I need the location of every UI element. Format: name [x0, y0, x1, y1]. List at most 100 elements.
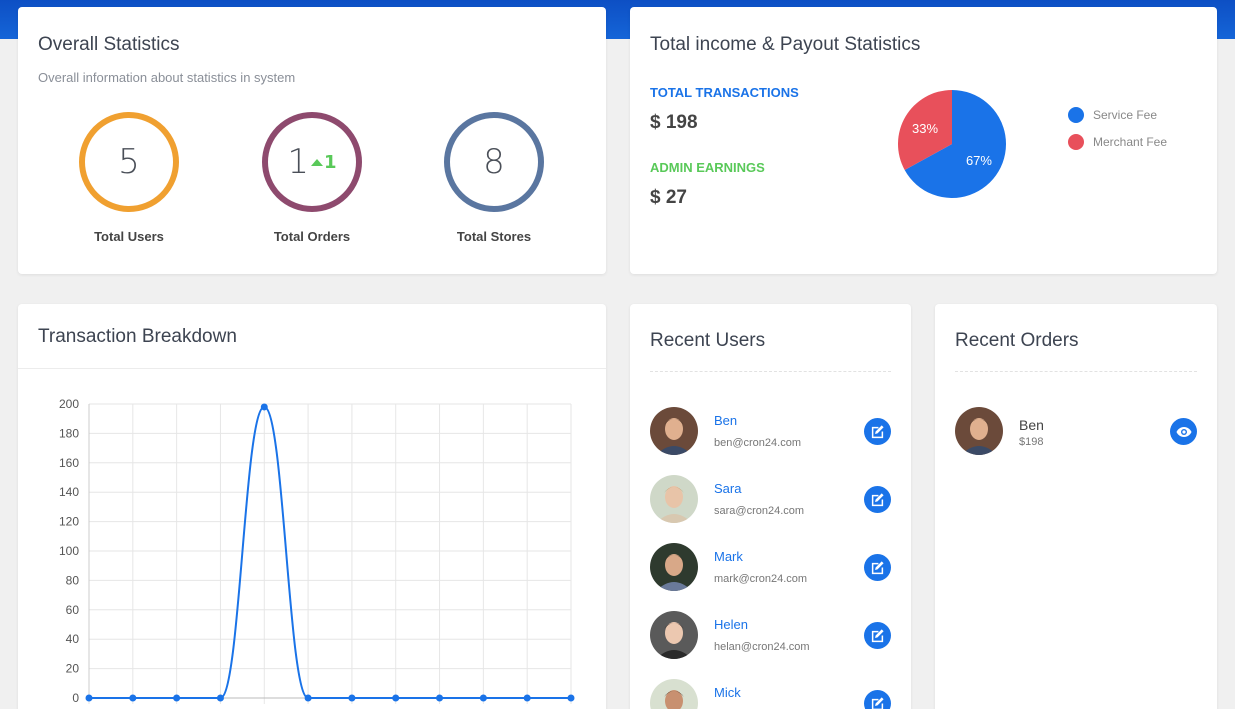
transaction-line-chart: 0 20 40 60 80 100 120 140 160 180 200	[59, 397, 575, 705]
avatar	[955, 407, 1003, 455]
y-tick-label: 140	[59, 485, 79, 499]
divider	[18, 368, 606, 369]
user-name-link[interactable]: Mick	[714, 685, 741, 700]
edit-user-button[interactable]	[864, 622, 891, 649]
data-point[interactable]	[479, 694, 487, 702]
stat-ring: 1 1	[262, 112, 362, 212]
y-tick-label: 100	[59, 544, 79, 558]
avatar[interactable]	[650, 611, 698, 659]
pie-slice-label: 67%	[966, 153, 992, 168]
avatar[interactable]	[650, 679, 698, 709]
data-point[interactable]	[567, 694, 575, 702]
user-list-item: Ben ben@cron24.com	[650, 407, 891, 457]
income-pie-chart: 67% 33%	[898, 90, 1006, 198]
series-line	[89, 405, 571, 699]
avatar-portrait	[650, 407, 698, 455]
order-customer-name: Ben	[1019, 417, 1044, 433]
total-transactions-value: $ 198	[650, 112, 698, 133]
y-tick-label: 0	[72, 691, 79, 705]
pie-slice-label: 33%	[912, 121, 938, 136]
stat-total-users: 5 Total Users	[79, 112, 179, 244]
stat-value: 1	[287, 142, 310, 182]
stat-total-stores: 8 Total Stores	[444, 112, 544, 244]
stat-label: Total Orders	[273, 229, 351, 244]
card-title: Overall Statistics	[38, 34, 180, 55]
recent-users-card: Recent Users Ben ben@cron24.com Sara sar…	[630, 304, 911, 709]
data-point[interactable]	[216, 694, 224, 702]
recent-orders-card: Recent Orders Ben $198	[935, 304, 1217, 709]
divider	[650, 371, 891, 372]
divider	[955, 371, 1197, 372]
stat-value: 8	[483, 142, 505, 182]
up-arrow-icon	[311, 158, 324, 166]
transaction-breakdown-card: Transaction Breakdown 0 20 40 60 80 100 120 140…	[18, 304, 606, 709]
data-point[interactable]	[348, 694, 356, 702]
total-transactions-label: TOTAL TRANSACTIONS	[650, 85, 799, 100]
data-point[interactable]	[436, 694, 444, 702]
order-price: $198	[1019, 436, 1044, 448]
user-list-item: Mark mark@cron24.com	[650, 543, 891, 593]
y-tick-label: 180	[59, 426, 79, 440]
user-name-link[interactable]: Ben	[714, 413, 737, 428]
data-point[interactable]	[129, 694, 137, 702]
card-title: Transaction Breakdown	[38, 326, 237, 347]
edit-icon	[870, 560, 885, 575]
user-name-link[interactable]: Sara	[714, 481, 741, 496]
edit-user-button[interactable]	[864, 554, 891, 581]
user-email: mark@cron24.com	[714, 573, 808, 585]
legend-service-fee: Service Fee	[1068, 107, 1157, 123]
avatar[interactable]	[650, 407, 698, 455]
legend-label: Merchant Fee	[1093, 135, 1168, 149]
legend-merchant-fee: Merchant Fee	[1068, 134, 1167, 150]
avatar[interactable]	[650, 543, 698, 591]
avatar-portrait	[955, 407, 1003, 455]
income-payout-card: Total income & Payout Statistics TOTAL T…	[630, 7, 1217, 274]
user-email: sara@cron24.com	[714, 505, 805, 517]
avatar-portrait	[650, 543, 698, 591]
legend-swatch	[1068, 107, 1084, 123]
edit-icon	[870, 424, 885, 439]
y-tick-label: 40	[66, 632, 80, 646]
y-tick-label: 200	[59, 397, 79, 411]
delta-value: 1	[324, 151, 337, 173]
edit-icon	[870, 696, 885, 709]
card-title: Recent Users	[650, 330, 766, 351]
data-point[interactable]	[304, 694, 312, 702]
user-list-item: Helen helan@cron24.com	[650, 611, 891, 661]
y-tick-label: 160	[59, 456, 79, 470]
avatar-portrait	[650, 679, 698, 709]
data-point[interactable]	[85, 694, 93, 702]
data-point[interactable]	[173, 694, 181, 702]
user-name-link[interactable]: Helen	[714, 617, 748, 632]
stat-ring: 8	[444, 112, 544, 212]
edit-icon	[870, 492, 885, 507]
avatar-portrait	[650, 611, 698, 659]
card-subtitle: Overall information about statistics in …	[38, 70, 296, 85]
user-name-link[interactable]: Mark	[714, 549, 743, 564]
admin-earnings-label: ADMIN EARNINGS	[650, 160, 765, 175]
legend-label: Service Fee	[1093, 108, 1158, 122]
edit-user-button[interactable]	[864, 690, 891, 709]
stat-label: Total Users	[94, 229, 164, 244]
y-tick-label: 60	[66, 603, 80, 617]
legend-swatch	[1068, 134, 1084, 150]
data-point[interactable]	[523, 694, 531, 702]
data-point[interactable]	[392, 694, 400, 702]
overall-statistics-card: Overall Statistics Overall information a…	[18, 7, 606, 274]
y-tick-label: 120	[59, 515, 79, 529]
chart-grid	[88, 403, 572, 704]
avatar[interactable]	[650, 475, 698, 523]
card-title: Total income & Payout Statistics	[650, 34, 921, 55]
data-point[interactable]	[260, 403, 268, 411]
y-tick-label: 20	[66, 662, 80, 676]
edit-user-button[interactable]	[864, 418, 891, 445]
user-list-item: Mick	[650, 679, 891, 709]
stat-delta: 1	[311, 152, 337, 173]
eye-icon	[1176, 426, 1192, 438]
edit-user-button[interactable]	[864, 486, 891, 513]
user-email: ben@cron24.com	[714, 437, 801, 449]
card-title: Recent Orders	[955, 330, 1079, 351]
stat-value: 5	[118, 142, 140, 182]
stat-label: Total Stores	[456, 229, 532, 244]
view-order-button[interactable]	[1170, 418, 1197, 445]
